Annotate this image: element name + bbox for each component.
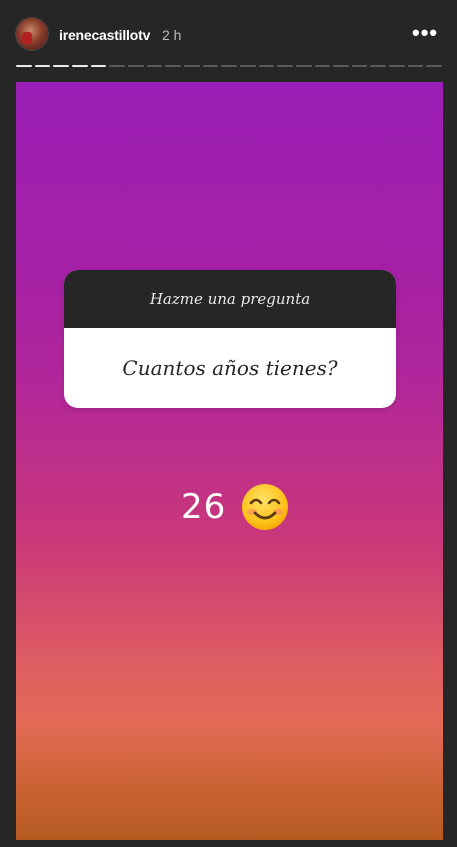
- progress-segment: [183, 65, 200, 67]
- progress-segment: [53, 65, 69, 67]
- progress-segment: [295, 65, 312, 67]
- progress-segment: [239, 65, 256, 67]
- progress-segment: [16, 65, 32, 67]
- progress-segment: [370, 65, 387, 67]
- progress-segment: [221, 65, 237, 67]
- more-options-icon[interactable]: •••: [412, 22, 437, 44]
- progress-segment: [127, 65, 144, 67]
- progress-segment: [351, 65, 368, 67]
- question-sticker-header: Hazme una pregunta: [64, 270, 396, 328]
- progress-segment: [71, 65, 88, 67]
- progress-segment: [426, 65, 443, 67]
- progress-segment: [333, 65, 349, 67]
- progress-segment: [277, 65, 293, 67]
- progress-segment: [407, 65, 424, 67]
- answer-text: 26: [181, 487, 227, 527]
- progress-segment: [34, 65, 51, 67]
- username[interactable]: irenecastillotv: [59, 27, 150, 43]
- progress-segment: [146, 65, 163, 67]
- progress-segment: [389, 65, 405, 67]
- story-progress-bar: [16, 65, 443, 68]
- answer: 26: [181, 479, 290, 535]
- progress-segment: [109, 65, 125, 67]
- progress-segment: [165, 65, 181, 67]
- question-sticker[interactable]: Hazme una pregunta Cuantos años tienes?: [64, 270, 396, 408]
- story-content[interactable]: Hazme una pregunta Cuantos años tienes? …: [16, 82, 443, 840]
- progress-segment: [90, 65, 107, 67]
- story-header: irenecastillotv 2 h •••: [0, 0, 457, 62]
- smiling-face-icon: [242, 484, 289, 530]
- progress-segment: [314, 65, 331, 67]
- progress-segment: [258, 65, 275, 67]
- progress-segment: [202, 65, 219, 67]
- avatar[interactable]: [16, 18, 48, 50]
- question-sticker-question: Cuantos años tienes?: [122, 356, 338, 380]
- timestamp: 2 h: [162, 27, 182, 43]
